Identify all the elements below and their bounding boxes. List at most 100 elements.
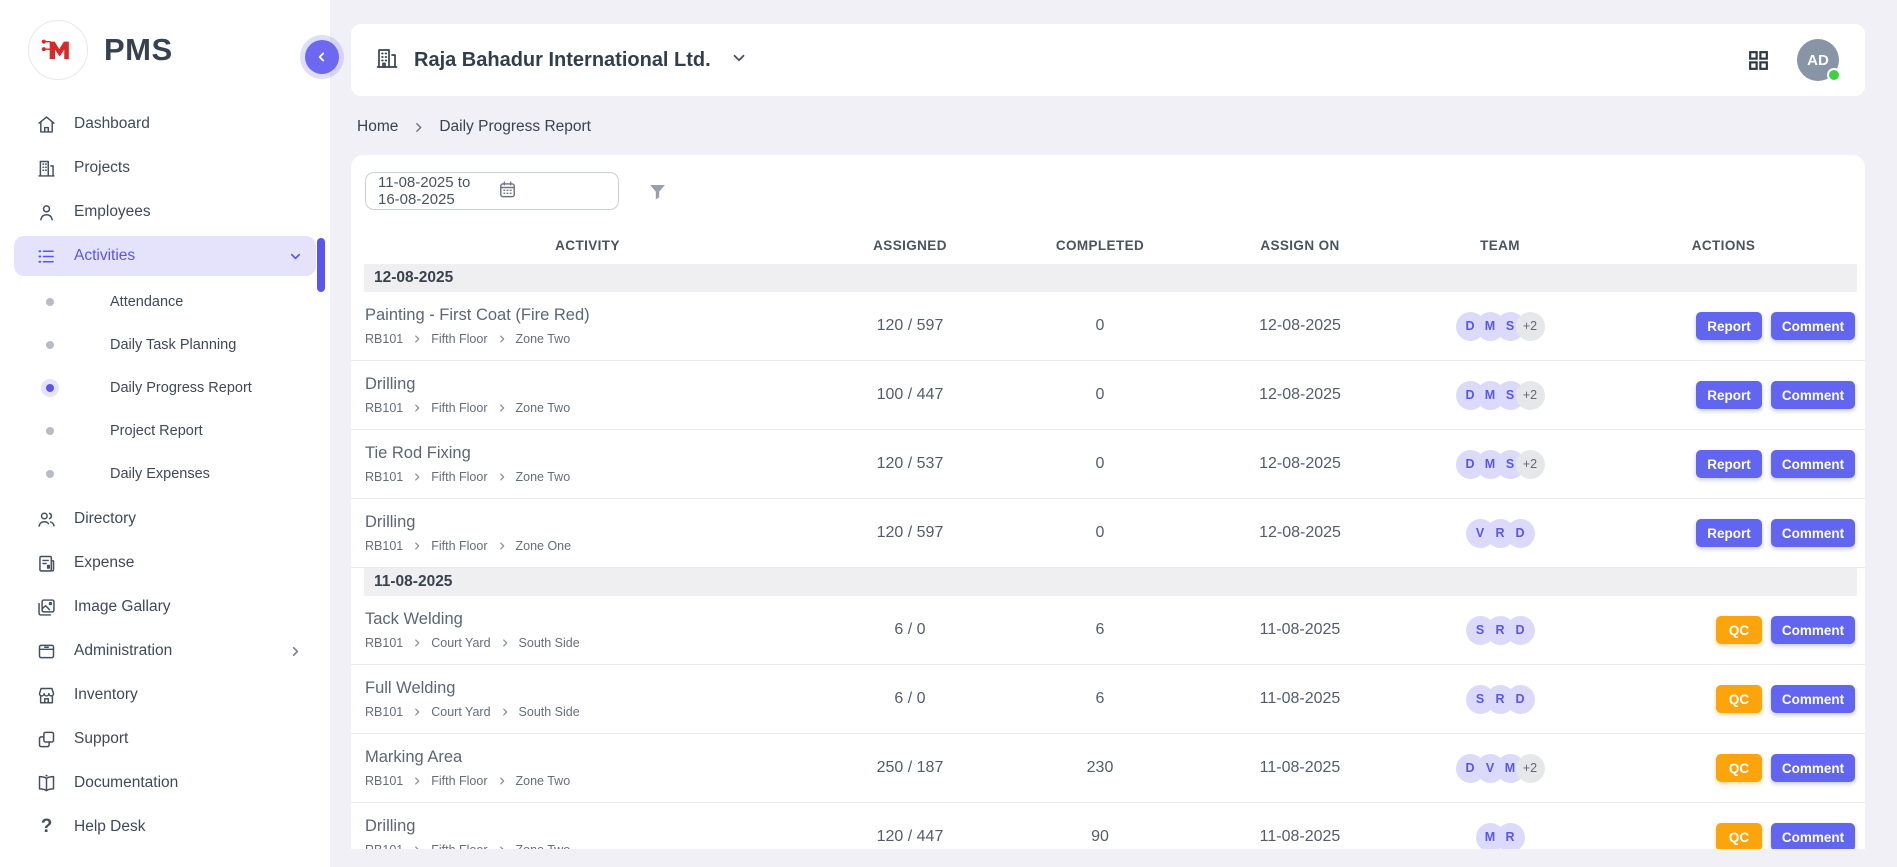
comment-button[interactable]: Comment	[1771, 312, 1855, 340]
sidebar-item-label: Inventory	[74, 686, 302, 704]
comment-button[interactable]: Comment	[1771, 754, 1855, 782]
column-header-actions: ACTIONS	[1590, 238, 1857, 253]
sidebar-item-help-desk[interactable]: ?Help Desk	[14, 807, 316, 847]
assign-on-value: 12-08-2025	[1190, 455, 1410, 473]
company-selector[interactable]: Raja Bahadur International Ltd.	[375, 46, 748, 75]
team-more-chip[interactable]: +2	[1516, 754, 1545, 783]
column-header-assigned: ASSIGNED	[810, 238, 1010, 253]
sidebar-subitem-label: Daily Task Planning	[110, 337, 236, 353]
sidebar-subitem-project-report[interactable]: Project Report	[0, 409, 330, 452]
assigned-value: 120 / 447	[810, 828, 1010, 846]
activity-cell: Tack Welding RB101Court YardSouth Side	[365, 610, 810, 650]
column-header-team: TEAM	[1410, 238, 1590, 253]
comment-button[interactable]: Comment	[1771, 685, 1855, 713]
administration-icon	[36, 641, 57, 662]
breadcrumb: Home Daily Progress Report	[357, 118, 1865, 136]
activity-location-path: RB101Fifth FloorZone Two	[365, 843, 810, 849]
documentation-icon	[36, 773, 57, 794]
sidebar-item-directory[interactable]: Directory	[14, 499, 316, 539]
team-more-chip[interactable]: +2	[1516, 450, 1545, 479]
chevron-right-icon	[497, 472, 507, 482]
sidebar-item-image-gallary[interactable]: Image Gallary	[14, 587, 316, 627]
qc-button[interactable]: QC	[1716, 616, 1762, 644]
chevron-right-icon	[497, 541, 507, 551]
sidebar-subitem-attendance[interactable]: Attendance	[0, 280, 330, 323]
assigned-value: 6 / 0	[810, 621, 1010, 639]
team-cell: SRD	[1410, 616, 1590, 645]
location-segment: Fifth Floor	[431, 470, 487, 484]
sidebar-item-label: Image Gallary	[74, 598, 302, 616]
qc-button[interactable]: QC	[1716, 823, 1762, 849]
sidebar-subitem-daily-progress-report[interactable]: Daily Progress Report	[0, 366, 330, 409]
assigned-value: 100 / 447	[810, 386, 1010, 404]
comment-button[interactable]: Comment	[1771, 519, 1855, 547]
report-button[interactable]: Report	[1696, 519, 1762, 547]
sidebar-item-administration[interactable]: Administration	[14, 631, 316, 671]
company-name: Raja Bahadur International Ltd.	[414, 49, 711, 72]
sidebar-item-support[interactable]: Support	[14, 719, 316, 759]
apps-grid-button[interactable]	[1746, 48, 1771, 73]
activity-cell: Drilling RB101Fifth FloorZone Two	[365, 375, 810, 415]
brand-logo[interactable]: PMS	[0, 0, 330, 94]
sidebar-item-label: Documentation	[74, 774, 302, 792]
comment-button[interactable]: Comment	[1771, 381, 1855, 409]
comment-button[interactable]: Comment	[1771, 616, 1855, 644]
assign-on-value: 11-08-2025	[1190, 828, 1410, 846]
sidebar-item-inventory[interactable]: Inventory	[14, 675, 316, 715]
chevron-right-icon	[288, 644, 302, 658]
main-area: Raja Bahadur International Ltd. AD Home …	[330, 0, 1897, 867]
sidebar-subitem-daily-task-planning[interactable]: Daily Task Planning	[0, 323, 330, 366]
date-range-input[interactable]: 11-08-2025 to 16-08-2025	[365, 172, 619, 210]
table-row: Drilling RB101Fifth FloorZone Two 120 / …	[351, 803, 1865, 849]
location-segment: Zone Two	[516, 774, 571, 788]
sidebar-item-projects[interactable]: Projects	[14, 148, 316, 188]
sidebar-item-expense[interactable]: Expense	[14, 543, 316, 583]
chevron-right-icon	[412, 472, 422, 482]
actions-cell: QC Comment	[1590, 616, 1857, 644]
activity-location-path: RB101Fifth FloorZone Two	[365, 401, 810, 415]
activity-title: Tie Rod Fixing	[365, 444, 810, 463]
table-row: Drilling RB101Fifth FloorZone One 120 / …	[351, 499, 1865, 568]
completed-value: 90	[1010, 828, 1190, 846]
location-segment: Zone Two	[516, 401, 571, 415]
sidebar-item-label: Administration	[74, 642, 288, 660]
report-button[interactable]: Report	[1696, 312, 1762, 340]
report-button[interactable]: Report	[1696, 381, 1762, 409]
breadcrumb-home[interactable]: Home	[357, 118, 398, 136]
sidebar-item-documentation[interactable]: Documentation	[14, 763, 316, 803]
activity-title: Drilling	[365, 375, 810, 394]
column-header-activity: ACTIVITY	[365, 238, 810, 253]
assign-on-value: 11-08-2025	[1190, 621, 1410, 639]
activity-location-path: RB101Fifth FloorZone Two	[365, 332, 810, 346]
sidebar-item-label: Projects	[74, 159, 302, 177]
support-icon	[36, 729, 57, 750]
team-more-chip[interactable]: +2	[1516, 312, 1545, 341]
qc-button[interactable]: QC	[1716, 754, 1762, 782]
report-button[interactable]: Report	[1696, 450, 1762, 478]
chevron-right-icon	[412, 638, 422, 648]
activity-cell: Tie Rod Fixing RB101Fifth FloorZone Two	[365, 444, 810, 484]
comment-button[interactable]: Comment	[1771, 823, 1855, 849]
table-row: Drilling RB101Fifth FloorZone Two 100 / …	[351, 361, 1865, 430]
filter-funnel-icon[interactable]	[647, 181, 668, 202]
team-more-chip[interactable]: +2	[1516, 381, 1545, 410]
sidebar-item-activities[interactable]: Activities	[14, 236, 316, 276]
sidebar-subitem-daily-expenses[interactable]: Daily Expenses	[0, 452, 330, 495]
sidebar-nav: Dashboard Projects EmployeesActivitiesAtte…	[0, 104, 330, 847]
table-row: Full Welding RB101Court YardSouth Side 6…	[351, 665, 1865, 734]
location-segment: South Side	[519, 636, 580, 650]
table-row: Tack Welding RB101Court YardSouth Side 6…	[351, 596, 1865, 665]
user-avatar[interactable]: AD	[1797, 39, 1839, 81]
sidebar-item-employees[interactable]: Employees	[14, 192, 316, 232]
activities-icon	[36, 246, 57, 267]
sidebar-item-dashboard[interactable]: Dashboard	[14, 104, 316, 144]
chevron-right-icon	[497, 403, 507, 413]
comment-button[interactable]: Comment	[1771, 450, 1855, 478]
location-segment: Zone One	[516, 539, 572, 553]
table-row: Tie Rod Fixing RB101Fifth FloorZone Two …	[351, 430, 1865, 499]
chevron-right-icon	[500, 638, 510, 648]
completed-value: 6	[1010, 690, 1190, 708]
sidebar-collapse-button[interactable]	[305, 40, 339, 74]
qc-button[interactable]: QC	[1716, 685, 1762, 713]
chevron-right-icon	[412, 845, 422, 849]
